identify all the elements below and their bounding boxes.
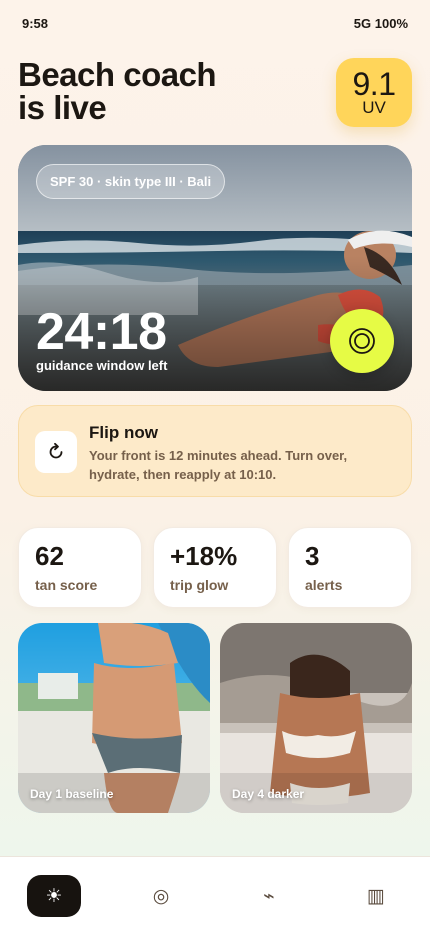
hero-card[interactable]: SPF 30 · skin type III · Bali 24:18 guid…: [18, 145, 412, 391]
refresh-icon-box: [35, 431, 77, 473]
photo-day4[interactable]: Day 4 darker: [220, 623, 412, 813]
target-icon: [349, 328, 375, 354]
status-network: 5G 100%: [353, 15, 408, 31]
bolt-icon: ⌁: [263, 885, 275, 907]
flip-alert-card[interactable]: Flip now Your front is 12 minutes ahead.…: [18, 405, 412, 497]
stat-label: alerts: [305, 577, 343, 593]
nav-sun[interactable]: ☀: [27, 875, 81, 917]
photo-caption: Day 1 baseline: [30, 787, 114, 801]
uv-badge[interactable]: 9.1 UV: [336, 58, 412, 127]
photo-caption: Day 4 darker: [232, 787, 305, 801]
target-icon: ◎: [152, 885, 170, 907]
stat-value: 62: [35, 541, 64, 571]
stat-label: tan score: [35, 577, 98, 593]
bottom-nav: ☀ ◎ ⌁ ▥: [0, 856, 430, 932]
photo-day1[interactable]: Day 1 baseline: [18, 623, 210, 813]
stat-label: trip glow: [170, 577, 229, 593]
stat-value: 3: [305, 541, 320, 571]
status-bar: 9:58 5G 100%: [22, 14, 408, 32]
uv-value: 9.1: [352, 65, 396, 102]
flip-title: Flip now: [89, 423, 158, 442]
page-title-line2: is live: [18, 89, 107, 126]
uv-label: UV: [362, 97, 386, 117]
sun-icon: ☀: [45, 885, 63, 907]
barcode-icon: ▥: [367, 885, 385, 907]
page-title: Beach coach is live: [18, 58, 268, 124]
flip-body: Your front is 12 minutes ahead. Turn ove…: [89, 448, 348, 482]
page-title-line1: Beach coach: [18, 56, 217, 93]
status-time: 9:58: [22, 15, 49, 31]
refresh-icon: [49, 442, 63, 459]
stat-trip-glow[interactable]: +18% trip glow: [153, 527, 277, 608]
target-button[interactable]: [330, 309, 394, 373]
session-chip[interactable]: SPF 30 · skin type III · Bali: [36, 164, 226, 199]
countdown-label: guidance window left: [36, 358, 168, 373]
nav-target[interactable]: ◎: [134, 875, 188, 917]
day4-photo: [220, 623, 412, 813]
nav-barcode[interactable]: ▥: [349, 875, 403, 917]
day1-photo: [18, 623, 210, 813]
stat-value: +18%: [170, 541, 238, 571]
stat-alerts[interactable]: 3 alerts: [288, 527, 412, 608]
countdown-timer: 24:18: [36, 303, 167, 361]
nav-bolt[interactable]: ⌁: [242, 875, 296, 917]
stat-tan-score[interactable]: 62 tan score: [18, 527, 142, 608]
